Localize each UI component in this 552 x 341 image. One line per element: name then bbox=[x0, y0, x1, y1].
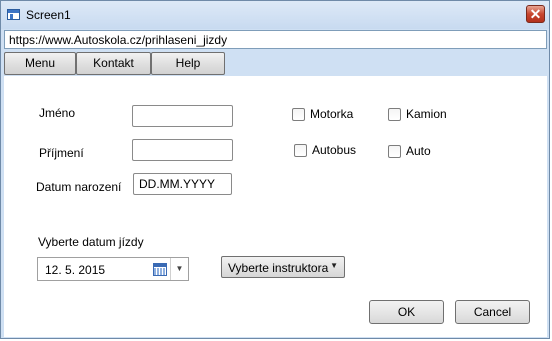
checkbox-label: Kamion bbox=[406, 107, 447, 121]
vyberte-datum-label: Vyberte datum jízdy bbox=[38, 235, 144, 249]
checkbox-motorka[interactable]: Motorka bbox=[292, 107, 353, 121]
datum-narozeni-label: Datum narození bbox=[36, 180, 122, 194]
chevron-down-icon: ▼ bbox=[330, 261, 338, 270]
url-field[interactable]: https://www.Autoskola.cz/prihlaseni_jizd… bbox=[4, 30, 547, 49]
close-icon: ✕ bbox=[529, 6, 542, 22]
prijmeni-label: Příjmení bbox=[39, 146, 84, 160]
chevron-down-icon[interactable]: ▼ bbox=[170, 258, 188, 280]
instructor-select-value: Vyberte instruktora bbox=[228, 261, 329, 275]
date-picker[interactable]: 12. 5. 2015 ▼ bbox=[37, 257, 189, 281]
kontakt-button[interactable]: Kontakt bbox=[76, 52, 151, 75]
checkbox-auto[interactable]: Auto bbox=[388, 144, 431, 158]
datum-narozeni-input[interactable]: DD.MM.YYYY bbox=[133, 173, 232, 195]
cancel-button[interactable]: Cancel bbox=[455, 300, 530, 324]
checkbox-label: Motorka bbox=[310, 107, 354, 121]
jmeno-label: Jméno bbox=[39, 106, 76, 120]
checkbox-icon[interactable] bbox=[388, 107, 401, 121]
checkbox-icon[interactable] bbox=[294, 143, 307, 157]
app-window: Screen1 ✕ https://www.Autoskola.cz/prihl… bbox=[0, 0, 550, 339]
window-title: Screen1 bbox=[26, 8, 71, 22]
checkbox-kamion[interactable]: Kamion bbox=[388, 107, 447, 121]
menu-bar: Menu Kontakt Help bbox=[4, 52, 225, 75]
menu-button[interactable]: Menu bbox=[4, 52, 76, 75]
date-value: 12. 5. 2015 bbox=[45, 263, 106, 277]
checkbox-icon[interactable] bbox=[388, 144, 401, 158]
checkbox-label: Autobus bbox=[312, 143, 357, 157]
close-button[interactable]: ✕ bbox=[526, 5, 545, 23]
calendar-icon[interactable] bbox=[153, 263, 167, 276]
instructor-select[interactable]: Vyberte instruktora ▼ bbox=[221, 256, 345, 278]
jmeno-input[interactable] bbox=[132, 105, 233, 127]
help-button[interactable]: Help bbox=[151, 52, 225, 75]
checkbox-label: Auto bbox=[406, 144, 431, 158]
ok-button[interactable]: OK bbox=[369, 300, 444, 324]
checkbox-autobus[interactable]: Autobus bbox=[294, 143, 356, 157]
checkbox-icon[interactable] bbox=[292, 107, 305, 121]
prijmeni-input[interactable] bbox=[132, 139, 233, 161]
title-bar: Screen1 ✕ bbox=[1, 1, 549, 29]
form-panel: Jméno Příjmení Datum narození DD.MM.YYYY… bbox=[4, 76, 547, 337]
app-icon bbox=[7, 9, 20, 20]
